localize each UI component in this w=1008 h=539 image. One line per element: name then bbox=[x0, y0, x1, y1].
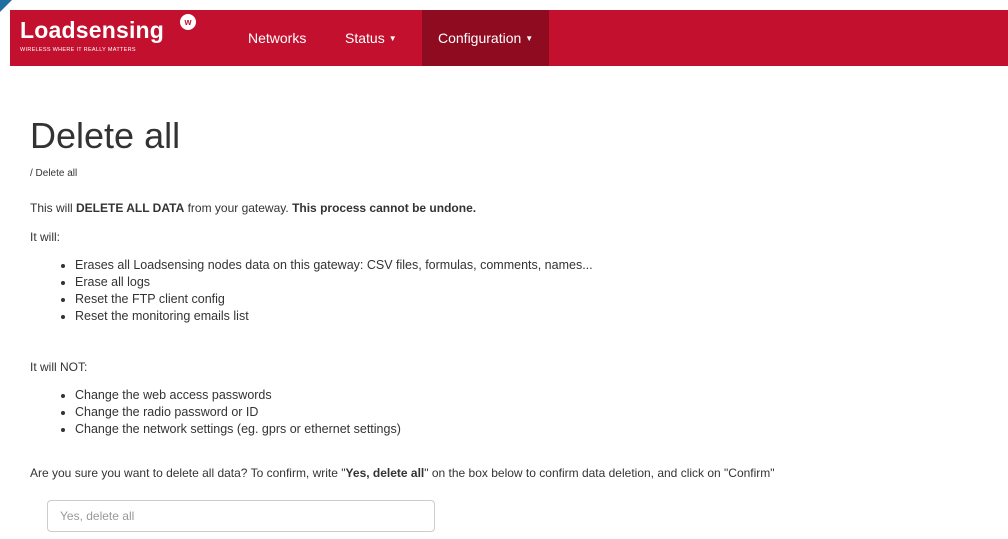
nav-networks[interactable]: Networks bbox=[248, 10, 306, 66]
nav-configuration-label: Configuration bbox=[438, 30, 522, 46]
nav-configuration-dropdown[interactable]: Configuration ▼ bbox=[422, 10, 550, 66]
nav-status-dropdown[interactable]: Status ▼ bbox=[345, 10, 397, 66]
caret-down-icon: ▼ bbox=[525, 34, 534, 44]
confirm-suffix: " on the box below to confirm data delet… bbox=[424, 466, 775, 480]
caret-down-icon: ▼ bbox=[388, 34, 397, 44]
warning-text: This will DELETE ALL DATA from your gate… bbox=[30, 201, 476, 215]
corner-decoration bbox=[0, 0, 12, 12]
brand-tagline: WIRELESS WHERE IT REALLY MATTERS bbox=[20, 47, 136, 53]
warning-middle: from your gateway. bbox=[184, 201, 293, 215]
confirm-phrase: Yes, delete all bbox=[345, 466, 425, 480]
brand-name: Loadsensing bbox=[20, 17, 165, 43]
list-item: Change the radio password or ID bbox=[75, 404, 401, 421]
navbar: Loadsensing WIRELESS WHERE IT REALLY MAT… bbox=[10, 10, 1008, 66]
nav-status-label: Status bbox=[345, 30, 385, 46]
confirm-prefix: Are you sure you want to delete all data… bbox=[30, 466, 346, 480]
confirm-instructions: Are you sure you want to delete all data… bbox=[30, 466, 775, 480]
will-heading: It will: bbox=[30, 230, 60, 244]
worldsensing-icon: w bbox=[180, 14, 196, 30]
list-item: Change the network settings (eg. gprs or… bbox=[75, 421, 401, 438]
list-item: Erase all logs bbox=[75, 274, 593, 291]
confirm-text-input[interactable] bbox=[47, 500, 435, 532]
brand-logo[interactable]: Loadsensing WIRELESS WHERE IT REALLY MAT… bbox=[20, 14, 200, 63]
list-item: Erases all Loadsensing nodes data on thi… bbox=[75, 257, 593, 274]
warning-bold-delete: DELETE ALL DATA bbox=[76, 201, 185, 215]
warning-prefix: This will bbox=[30, 201, 77, 215]
will-list: Erases all Loadsensing nodes data on thi… bbox=[30, 257, 593, 325]
list-item: Reset the FTP client config bbox=[75, 291, 593, 308]
will-not-list: Change the web access passwords Change t… bbox=[30, 387, 401, 438]
list-item: Reset the monitoring emails list bbox=[75, 308, 593, 325]
page-title: Delete all bbox=[30, 115, 181, 156]
breadcrumb: / Delete all bbox=[30, 168, 78, 179]
nav-networks-label: Networks bbox=[248, 30, 307, 46]
will-not-heading: It will NOT: bbox=[30, 360, 88, 374]
browser-page: Loadsensing WIRELESS WHERE IT REALLY MAT… bbox=[10, 10, 1008, 539]
list-item: Change the web access passwords bbox=[75, 387, 401, 404]
warning-bold-undone: This process cannot be undone. bbox=[292, 201, 477, 215]
